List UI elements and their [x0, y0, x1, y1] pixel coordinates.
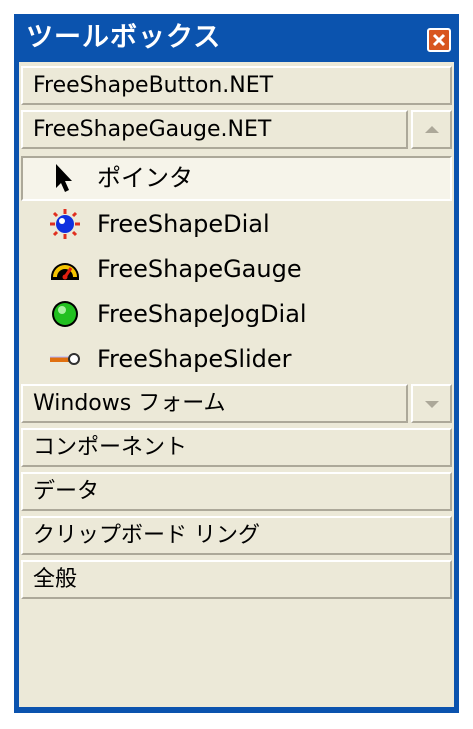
group-windows-forms[interactable]: Windows フォーム [21, 384, 408, 423]
gauge-icon [48, 253, 82, 285]
scroll-up-button[interactable] [411, 110, 452, 149]
tool-label: ポインタ [97, 164, 193, 192]
tool-item-freeshapeslider[interactable]: FreeShapeSlider [21, 337, 452, 382]
tool-label: FreeShapeSlider [97, 345, 292, 373]
toolbox-panel: FreeShapeButton.NET FreeShapeGauge.NET ポ… [19, 62, 454, 707]
toolbox-window: ツールボックス FreeShapeButton.NET FreeShapeGau… [14, 14, 459, 713]
group-freeshapebutton-net[interactable]: FreeShapeButton.NET [21, 66, 452, 105]
tool-label: FreeShapeJogDial [97, 300, 307, 328]
tool-label: FreeShapeGauge [97, 255, 302, 283]
group-freeshapegauge-net[interactable]: FreeShapeGauge.NET [21, 110, 408, 149]
close-button[interactable] [427, 28, 451, 52]
group-clipboard-ring[interactable]: クリップボード リング [21, 516, 452, 555]
slider-icon [48, 343, 82, 375]
group-data[interactable]: データ [21, 472, 452, 511]
window-title: ツールボックス [26, 22, 222, 53]
dial-icon [48, 208, 82, 240]
title-bar[interactable]: ツールボックス [14, 14, 459, 62]
tool-label: FreeShapeDial [97, 210, 270, 238]
jogdial-icon [48, 298, 82, 330]
tool-item-freeshapegauge[interactable]: FreeShapeGauge [21, 247, 452, 292]
group-general[interactable]: 全般 [21, 560, 452, 599]
group-components[interactable]: コンポーネント [21, 428, 452, 467]
tool-item-freeshapedial[interactable]: FreeShapeDial [21, 202, 452, 247]
tool-item-pointer[interactable]: ポインタ [21, 156, 452, 201]
tool-item-freeshapejogdial[interactable]: FreeShapeJogDial [21, 292, 452, 337]
pointer-icon [48, 162, 82, 194]
scroll-down-button[interactable] [411, 384, 452, 423]
